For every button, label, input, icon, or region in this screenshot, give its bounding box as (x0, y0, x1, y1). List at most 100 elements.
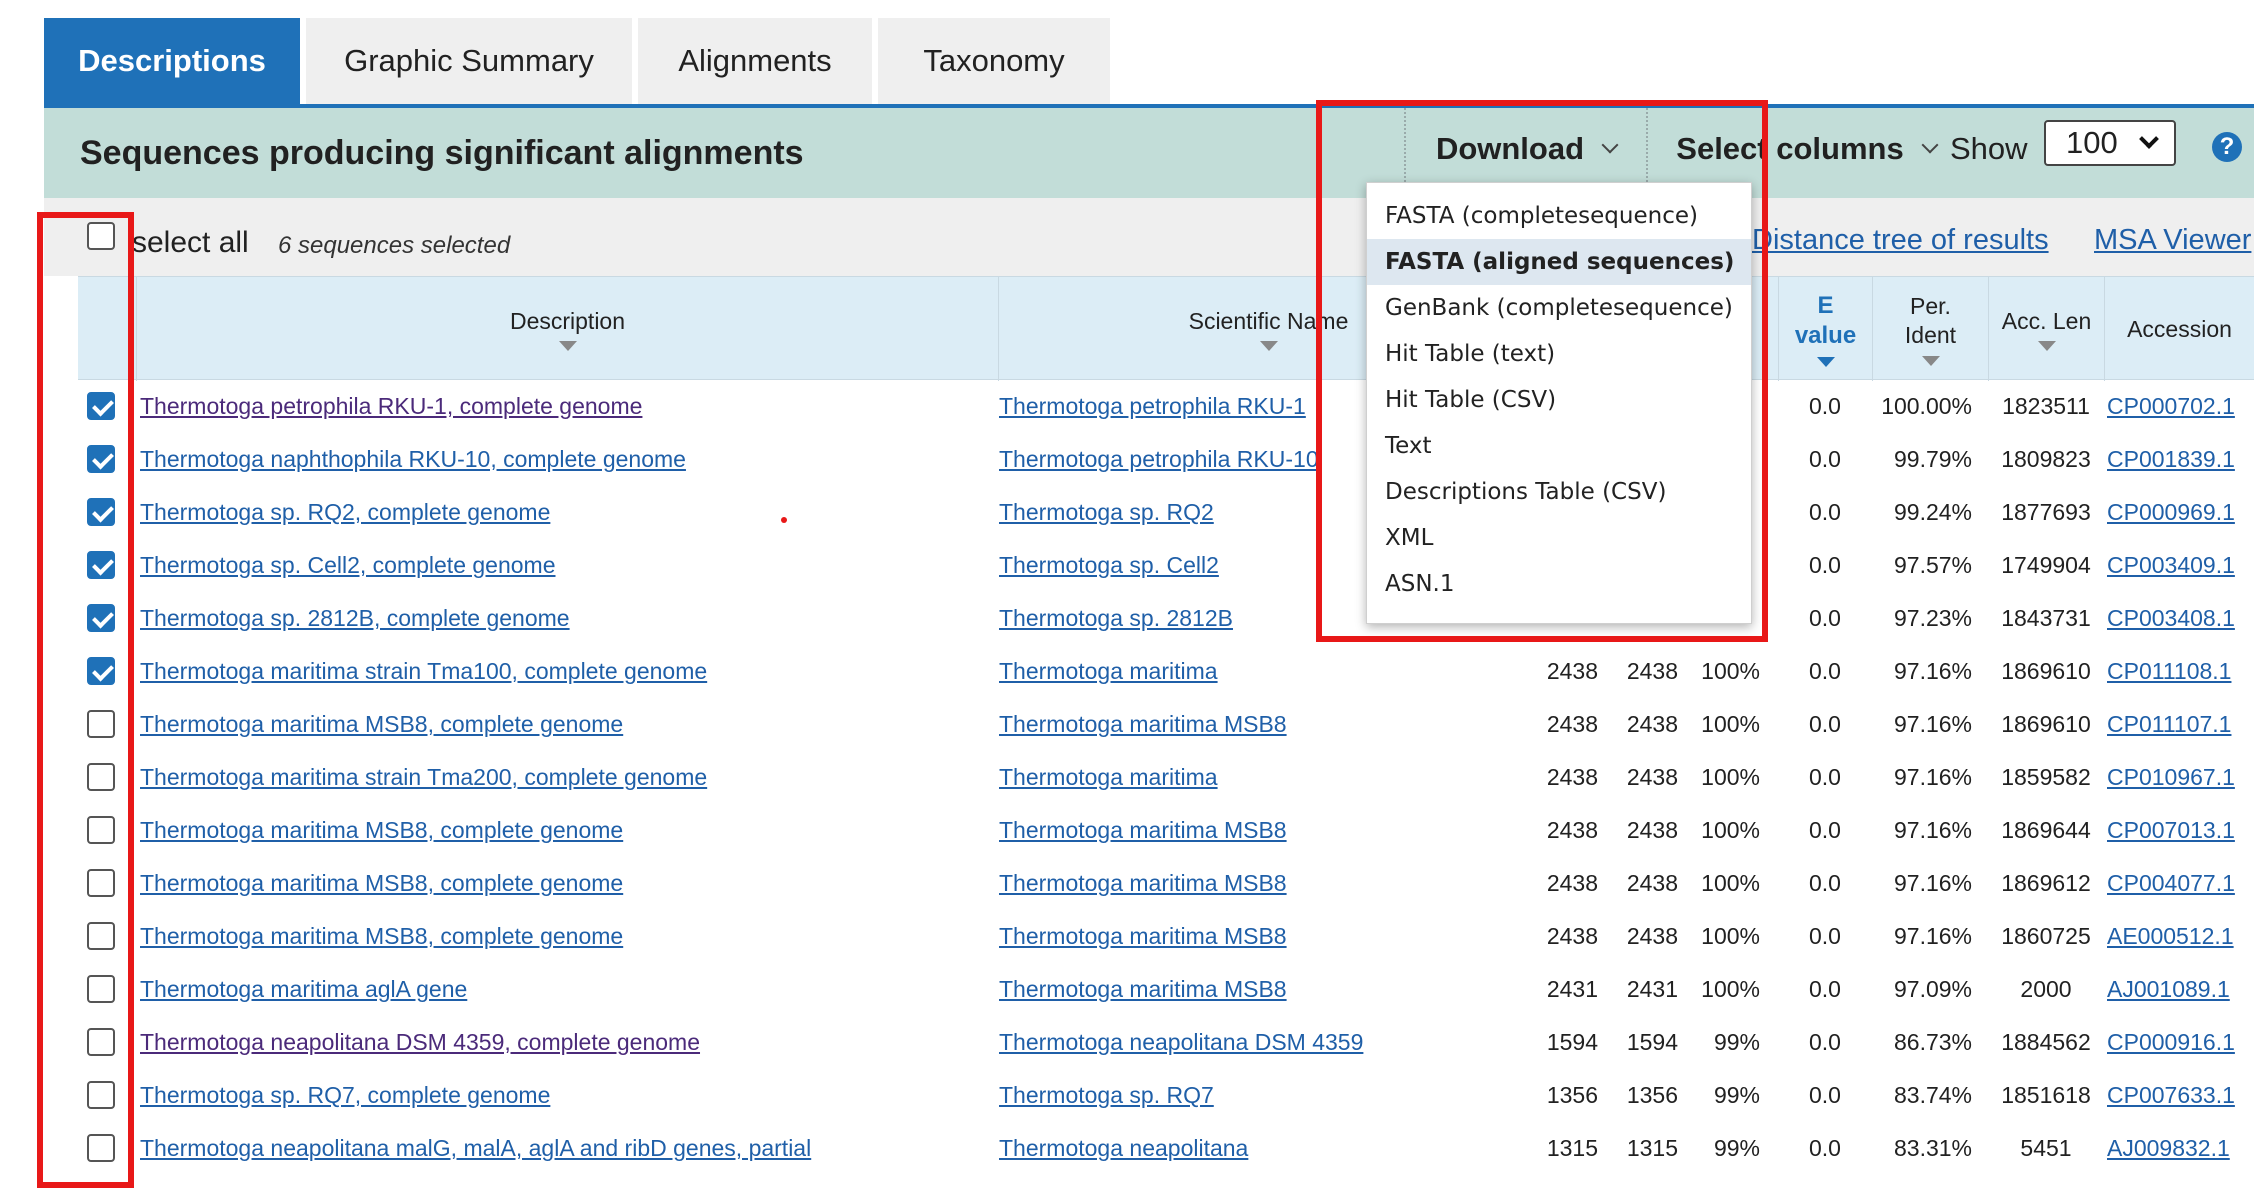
total-score: 1356 (1626, 1082, 1678, 1108)
row-select-checkbox[interactable] (87, 763, 115, 791)
description-link[interactable]: Thermotoga neapolitana malG, malA, aglA … (140, 1122, 811, 1175)
description-link[interactable]: Thermotoga maritima strain Tma100, compl… (140, 645, 707, 698)
download-option[interactable]: Descriptions Table (CSV) (1367, 469, 1751, 515)
per-ident: 83.31% (1893, 1135, 1972, 1161)
description-link[interactable]: Thermotoga petrophila RKU-1, complete ge… (140, 380, 642, 433)
scientific-name-link[interactable]: Thermotoga petrophila RKU-1 (999, 380, 1306, 433)
scientific-name-link[interactable]: Thermotoga maritima MSB8 (999, 910, 1287, 963)
column-acc-len[interactable]: Acc. Len (1988, 277, 2104, 381)
column-description[interactable]: Description (136, 277, 998, 381)
accession-link[interactable]: CP001839.1 (2107, 433, 2235, 486)
row-select-checkbox[interactable] (87, 710, 115, 738)
row-select-checkbox[interactable] (87, 816, 115, 844)
accession-link[interactable]: AJ009832.1 (2107, 1122, 2230, 1175)
description-link[interactable]: Thermotoga maritima aglA gene (140, 963, 467, 1016)
accession-link[interactable]: CP003408.1 (2107, 592, 2235, 645)
download-option[interactable]: XML (1367, 515, 1751, 561)
tab-taxonomy[interactable]: Taxonomy (878, 18, 1110, 104)
scientific-name-link[interactable]: Thermotoga maritima (999, 751, 1218, 804)
scientific-name-link[interactable]: Thermotoga maritima MSB8 (999, 857, 1287, 910)
column-e-value[interactable]: E value (1778, 277, 1872, 381)
accession-link[interactable]: CP007633.1 (2107, 1069, 2235, 1122)
description-link[interactable]: Thermotoga maritima MSB8, complete genom… (140, 698, 623, 751)
row-select-checkbox[interactable] (87, 498, 115, 526)
row-select-checkbox[interactable] (87, 1081, 115, 1109)
column-accession[interactable]: Accession (2104, 277, 2254, 381)
show-count-select[interactable]: 100 (2044, 120, 2176, 166)
scientific-name-link[interactable]: Thermotoga neapolitana (999, 1122, 1248, 1175)
chevron-down-icon (1921, 136, 1939, 154)
download-option[interactable]: Hit Table (CSV) (1367, 377, 1751, 423)
scientific-name-link[interactable]: Thermotoga petrophila RKU-10 (999, 433, 1319, 486)
download-option[interactable]: Hit Table (text) (1367, 331, 1751, 377)
description-link[interactable]: Thermotoga maritima MSB8, complete genom… (140, 857, 623, 910)
accession-link[interactable]: CP000969.1 (2107, 486, 2235, 539)
msa-viewer-link[interactable]: MSA Viewer (2094, 224, 2251, 257)
scientific-name-link[interactable]: Thermotoga sp. RQ7 (999, 1069, 1214, 1122)
tab-descriptions[interactable]: Descriptions (44, 18, 300, 104)
accession-link[interactable]: CP000916.1 (2107, 1016, 2235, 1069)
accession-link[interactable]: CP011108.1 (2107, 645, 2231, 698)
scientific-name-link[interactable]: Thermotoga maritima (999, 645, 1218, 698)
download-option[interactable]: FASTA (completesequence) (1367, 193, 1751, 239)
column-e-value-label-1: E (1817, 292, 1834, 319)
tab-alignments[interactable]: Alignments (638, 18, 872, 104)
row-select-checkbox[interactable] (87, 604, 115, 632)
accession-link[interactable]: CP007013.1 (2107, 804, 2235, 857)
row-select-checkbox[interactable] (87, 657, 115, 685)
max-score: 2438 (1546, 764, 1598, 790)
scientific-name-link[interactable]: Thermotoga sp. 2812B (999, 592, 1233, 645)
distance-tree-link[interactable]: Distance tree of results (1752, 224, 2049, 257)
download-option[interactable]: FASTA (aligned sequences) (1367, 239, 1751, 285)
row-select-checkbox[interactable] (87, 922, 115, 950)
scientific-name-link[interactable]: Thermotoga sp. Cell2 (999, 539, 1219, 592)
row-select-checkbox[interactable] (87, 975, 115, 1003)
accession-link[interactable]: CP003409.1 (2107, 539, 2235, 592)
column-per-ident-label-2: Ident (1904, 322, 1957, 348)
scientific-name-link[interactable]: Thermotoga sp. RQ2 (999, 486, 1214, 539)
tab-graphic-summary[interactable]: Graphic Summary (306, 18, 632, 104)
row-select-checkbox[interactable] (87, 1028, 115, 1056)
download-option[interactable]: Text (1367, 423, 1751, 469)
download-option[interactable]: ASN.1 (1367, 561, 1751, 607)
sort-icon (558, 341, 577, 352)
total-score: 2438 (1626, 817, 1678, 843)
row-select-checkbox[interactable] (87, 1134, 115, 1162)
row-select-checkbox[interactable] (87, 392, 115, 420)
column-per-ident[interactable]: Per. Ident (1872, 277, 1988, 381)
description-link[interactable]: Thermotoga maritima strain Tma200, compl… (140, 751, 707, 804)
description-link[interactable]: Thermotoga naphthophila RKU-10, complete… (140, 433, 686, 486)
accession-link[interactable]: CP004077.1 (2107, 857, 2235, 910)
scientific-name-link[interactable]: Thermotoga maritima MSB8 (999, 963, 1287, 1016)
accession-link[interactable]: CP011107.1 (2107, 698, 2231, 751)
help-icon[interactable]: ? (2212, 132, 2242, 162)
download-label: Download (1435, 131, 1585, 166)
row-select-checkbox[interactable] (87, 869, 115, 897)
select-columns-button[interactable]: Select columns (1648, 108, 1964, 190)
download-option[interactable]: GenBank (completesequence) (1367, 285, 1751, 331)
select-all-checkbox[interactable] (87, 222, 115, 250)
per-ident: 97.16% (1893, 923, 1972, 949)
description-link[interactable]: Thermotoga sp. Cell2, complete genome (140, 539, 556, 592)
acc-len: 1884562 (2001, 1029, 2091, 1055)
description-link[interactable]: Thermotoga maritima MSB8, complete genom… (140, 910, 623, 963)
page-title: Sequences producing significant alignmen… (80, 134, 804, 172)
query-cover: 100% (1701, 658, 1760, 684)
description-link[interactable]: Thermotoga maritima MSB8, complete genom… (140, 804, 623, 857)
description-link[interactable]: Thermotoga sp. 2812B, complete genome (140, 592, 570, 645)
accession-link[interactable]: CP010967.1 (2107, 751, 2235, 804)
description-link[interactable]: Thermotoga sp. RQ2, complete genome (140, 486, 550, 539)
description-link[interactable]: Thermotoga neapolitana DSM 4359, complet… (140, 1016, 700, 1069)
scientific-name-link[interactable]: Thermotoga maritima MSB8 (999, 698, 1287, 751)
sort-icon (1259, 341, 1278, 352)
row-select-checkbox[interactable] (87, 445, 115, 473)
max-score: 2438 (1546, 658, 1598, 684)
download-button[interactable]: Download (1404, 108, 1648, 190)
scientific-name-link[interactable]: Thermotoga neapolitana DSM 4359 (999, 1016, 1363, 1069)
accession-link[interactable]: CP000702.1 (2107, 380, 2235, 433)
accession-link[interactable]: AE000512.1 (2107, 910, 2234, 963)
row-select-checkbox[interactable] (87, 551, 115, 579)
accession-link[interactable]: AJ001089.1 (2107, 963, 2230, 1016)
description-link[interactable]: Thermotoga sp. RQ7, complete genome (140, 1069, 550, 1122)
scientific-name-link[interactable]: Thermotoga maritima MSB8 (999, 804, 1287, 857)
